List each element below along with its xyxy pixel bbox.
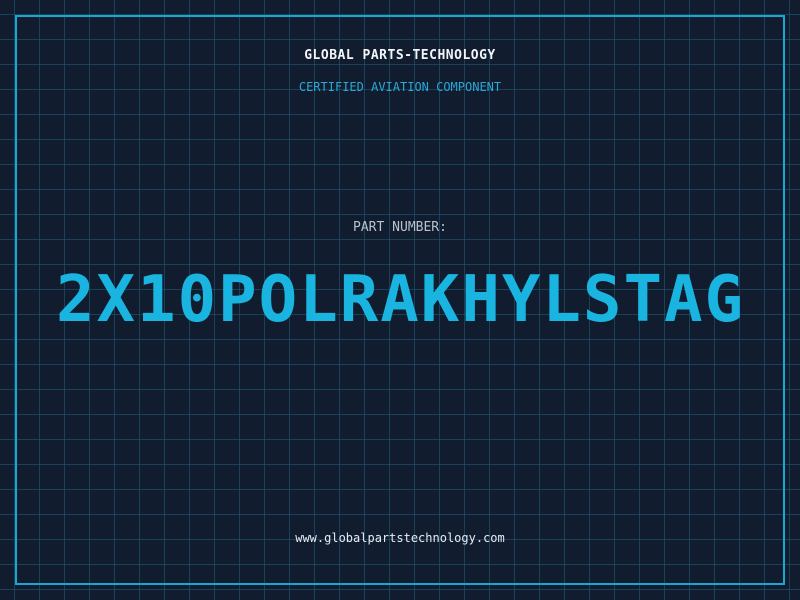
part-number-label: PART NUMBER: — [353, 220, 447, 235]
company-name: GLOBAL PARTS-TECHNOLOGY — [304, 48, 496, 63]
website-url: www.globalpartstechnology.com — [295, 531, 505, 545]
certification-subtitle: CERTIFIED AVIATION COMPONENT — [298, 80, 502, 94]
part-number-value: 2X10POLRAKHYLSTAG — [56, 263, 746, 337]
